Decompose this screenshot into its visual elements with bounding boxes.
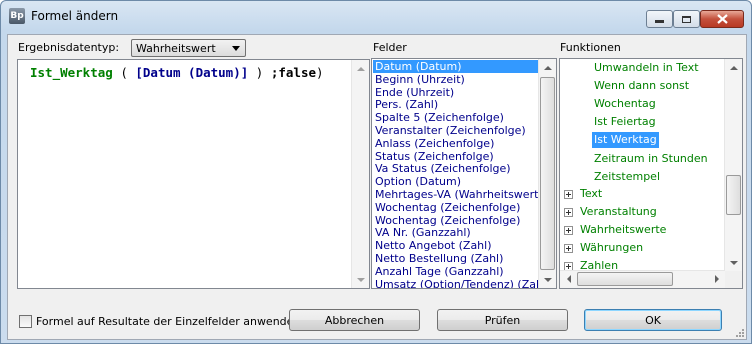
arrow-up-icon [543, 65, 552, 70]
result-type-dropdown[interactable]: Wahrheitswert [131, 39, 246, 57]
function-tree-item[interactable]: Zeitraum in Stunden [592, 151, 710, 167]
field-list-item[interactable]: Anzahl Tage (Ganzzahl) [373, 265, 545, 278]
field-list-item[interactable]: Umsatz (Option/Tendenz) (Zahl) [373, 278, 550, 288]
cancel-button[interactable]: Abbrechen [289, 309, 420, 331]
arrow-down-icon [543, 277, 552, 282]
app-icon: Bp [9, 8, 25, 24]
field-list-item[interactable]: Veranstalter (Zeichenfolge) [373, 124, 545, 137]
arrow-up-icon [356, 66, 365, 71]
field-list-item[interactable]: Wochentag (Zeichenfolge) [373, 201, 545, 214]
function-tree-item[interactable]: Ist Werktag [592, 132, 659, 149]
function-tree-item[interactable]: Wochentag [592, 96, 658, 112]
scroll-down-arrow[interactable] [725, 254, 742, 271]
field-list-item[interactable]: Mehrtages-VA (Wahrheitswert) [373, 188, 545, 201]
field-list-item[interactable]: Status (Zeichenfolge) [373, 150, 545, 163]
maximize-button[interactable] [673, 10, 700, 28]
scroll-down-arrow[interactable] [352, 271, 369, 288]
fields-scroll-thumb[interactable] [540, 77, 555, 270]
functions-hscroll-thumb[interactable] [577, 272, 673, 286]
function-tree-group[interactable]: Wahrheitswerte [580, 222, 666, 238]
fields-header: Felder [373, 41, 407, 54]
close-icon [716, 14, 728, 24]
function-tree-item[interactable]: Zeitstempel [592, 169, 662, 185]
apply-to-fields-checkbox[interactable] [19, 315, 32, 328]
formula-end-paren: ) [316, 65, 324, 80]
field-list-item[interactable]: Ende (Uhrzeit) [373, 86, 545, 99]
formula-open-paren: ( [112, 65, 136, 80]
functions-scroll-thumb[interactable] [726, 175, 741, 215]
window-title: Formel ändern [31, 9, 119, 23]
expand-plus-icon[interactable] [564, 190, 573, 199]
arrow-left-icon [566, 275, 571, 283]
arrow-up-icon [729, 65, 738, 70]
scroll-up-arrow[interactable] [539, 59, 556, 76]
ok-button[interactable]: OK [584, 309, 722, 331]
expand-plus-icon[interactable] [564, 208, 573, 218]
functions-header: Funktionen [560, 41, 621, 54]
formula-vertical-scrollbar[interactable] [351, 60, 369, 288]
functions-horizontal-scrollbar[interactable] [560, 270, 725, 288]
result-type-value: Wahrheitswert [136, 42, 216, 55]
field-list-item[interactable]: VA Nr. (Ganzzahl) [373, 226, 545, 239]
field-list-item[interactable]: Va Status (Zeichenfolge) [373, 162, 545, 175]
apply-to-fields-label: Formel auf Resultate der Einzelfelder an… [36, 315, 301, 328]
formula-editor[interactable]: Ist_Werktag ( [Datum (Datum)] ) ;false) [17, 59, 370, 289]
title-bar[interactable]: Bp Formel ändern [1, 1, 751, 31]
dialog-client-area: Ergebnisdatentyp: Wahrheitswert Ist_Werk… [7, 34, 747, 340]
function-tree-group[interactable]: Währungen [580, 240, 643, 256]
field-list-item[interactable]: Pers. (Zahl) [373, 98, 545, 111]
expand-plus-icon[interactable] [564, 244, 573, 254]
function-tree-group[interactable]: Veranstaltung [580, 204, 657, 220]
minimize-icon [655, 20, 664, 23]
function-tree-item[interactable]: Ist Feiertag [592, 114, 658, 130]
formula-function: Ist_Werktag [30, 65, 113, 80]
formula-field-argument: [Datum (Datum)] [135, 65, 249, 80]
function-tree-group[interactable]: Text [580, 186, 602, 202]
expand-plus-icon[interactable] [564, 226, 573, 236]
formula-text[interactable]: Ist_Werktag ( [Datum (Datum)] ) ;false) [30, 65, 324, 80]
check-formula-button[interactable]: Prüfen [437, 309, 568, 331]
scrollbar-corner [725, 271, 742, 288]
field-list-item[interactable]: Spalte 5 (Zeichenfolge) [373, 111, 545, 124]
scroll-right-arrow[interactable] [708, 271, 725, 287]
fields-vertical-scrollbar[interactable] [538, 59, 556, 288]
scroll-down-arrow[interactable] [539, 271, 556, 288]
close-button[interactable] [700, 10, 744, 28]
dialog-window: Bp Formel ändern Ergebnisdatentyp: Wahrh… [0, 0, 752, 344]
scroll-up-arrow[interactable] [725, 59, 742, 76]
functions-tree[interactable]: Umwandeln in Text Wenn dann sonst Wochenta… [559, 58, 743, 289]
result-type-label: Ergebnisdatentyp: [18, 41, 120, 54]
arrow-right-icon [714, 275, 719, 283]
arrow-down-icon [356, 277, 365, 282]
chevron-down-icon [232, 46, 240, 51]
arrow-down-icon [729, 260, 738, 265]
minimize-button[interactable] [646, 10, 673, 28]
field-list-item[interactable]: Anlass (Zeichenfolge) [373, 137, 545, 150]
field-list-item[interactable]: Wochentag (Zeichenfolge) [373, 214, 545, 227]
field-list-item[interactable]: Datum (Datum) [373, 60, 545, 73]
functions-vertical-scrollbar[interactable] [724, 59, 742, 271]
resize-grip-icon[interactable] [735, 328, 744, 337]
field-list-item[interactable]: Option (Datum) [373, 175, 545, 188]
function-tree-item[interactable]: Umwandeln in Text [592, 60, 701, 76]
formula-literal: false [278, 65, 317, 80]
scroll-left-arrow[interactable] [560, 271, 577, 287]
scroll-up-arrow[interactable] [352, 60, 369, 77]
maximize-icon [682, 15, 691, 23]
field-list-item[interactable]: Beginn (Uhrzeit) [373, 73, 545, 86]
field-list-item[interactable]: Netto Angebot (Zahl) [373, 239, 545, 252]
fields-list[interactable]: Datum (Datum) Beginn (Uhrzeit) Ende (Uhrze… [371, 58, 557, 289]
formula-close-paren: ) [248, 65, 271, 80]
field-list-item[interactable]: Netto Bestellung (Zahl) [373, 252, 545, 265]
function-tree-item[interactable]: Wenn dann sonst [592, 78, 691, 94]
